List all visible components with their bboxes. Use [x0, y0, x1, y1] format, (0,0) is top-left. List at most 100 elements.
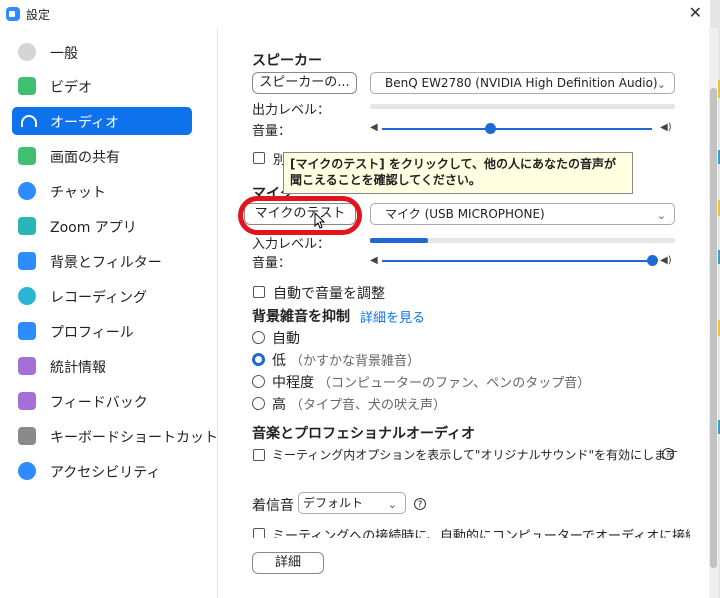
keyboard-icon	[18, 427, 36, 445]
input-level-fill	[370, 238, 428, 243]
sidebar-item-label: 一般	[50, 46, 78, 62]
headphones-icon	[21, 115, 37, 127]
noise-radio-medium[interactable]	[252, 375, 265, 388]
sidebar-item-label: Zoom アプリ	[50, 220, 137, 236]
chevron-down-icon: ⌄	[656, 78, 666, 91]
window-title: 設定	[26, 8, 51, 22]
share-screen-icon	[18, 147, 36, 165]
video-icon	[18, 77, 36, 95]
mic-test-tooltip: [マイクのテスト] をクリックして、他の人にあなたの音声が 聞こえることを確認し…	[283, 152, 633, 194]
sidebar-item-label: 画面の共有	[50, 150, 120, 166]
sidebar-item-accessibility[interactable]: アクセシビリティ	[12, 457, 192, 485]
volume-high-icon: ◀)	[660, 122, 672, 133]
noise-option-hint: （タイプ音、犬の吠え声）	[290, 398, 447, 413]
music-section-title: 音楽とプロフェショナルオーディオ	[252, 426, 476, 442]
sidebar-item-zoom-apps[interactable]: Zoom アプリ	[12, 212, 192, 240]
scrollbar-thumb[interactable]	[710, 88, 717, 568]
noise-option-hint: （かすかな背景雑音）	[290, 354, 421, 369]
ringtone-value: デフォルト	[303, 496, 364, 510]
sidebar-item-general[interactable]: 一般	[12, 38, 192, 66]
sidebar-item-video[interactable]: ビデオ	[12, 72, 192, 100]
record-icon	[18, 287, 36, 305]
noise-option-label: 高	[272, 397, 286, 413]
sidebar-item-label: アクセシビリティ	[50, 465, 161, 481]
sidebar-item-label: チャット	[50, 185, 106, 201]
sidebar-item-label: ビデオ	[50, 80, 92, 96]
help-icon[interactable]: ?	[662, 448, 674, 460]
chevron-down-icon: ⌄	[656, 209, 666, 222]
tooltip-line-1: [マイクのテスト] をクリックして、他の人にあなたの音声が	[290, 157, 616, 171]
auto-join-checkbox[interactable]	[253, 528, 265, 538]
sidebar-item-label: 背景とフィルター	[50, 255, 162, 271]
feedback-icon	[18, 392, 36, 410]
speaker-section-title: スピーカー	[252, 53, 322, 69]
sidebar-item-share-screen[interactable]: 画面の共有	[12, 142, 192, 170]
noise-radio-high[interactable]	[252, 397, 265, 410]
chat-icon	[18, 182, 36, 200]
zoom-app-icon	[6, 7, 20, 21]
stats-icon	[18, 357, 36, 375]
chevron-down-icon: ⌄	[387, 498, 397, 511]
sidebar-item-label: レコーディング	[50, 290, 148, 306]
output-level-label: 出力レベル：	[252, 103, 331, 118]
speaker-volume-thumb[interactable]	[485, 123, 496, 134]
noise-learn-more-link[interactable]: 詳細を見る	[360, 307, 425, 326]
advanced-button[interactable]: 詳細	[252, 552, 324, 574]
noise-radio-low[interactable]	[252, 353, 265, 366]
sidebar-item-profile[interactable]: プロフィール	[12, 317, 192, 345]
noise-option-label: 自動	[272, 331, 300, 347]
original-sound-label: ミーティング内オプションを表示して"オリジナルサウンド"を有効にします	[272, 448, 678, 462]
annotation-circle	[238, 196, 362, 235]
sidebar-item-feedback[interactable]: フィードバック	[12, 387, 192, 415]
noise-option-hint: （コンピューターのファン、ペンのタップ音）	[318, 376, 591, 391]
auto-volume-label: 自動で音量を調整	[273, 286, 385, 302]
sidebar-item-label: 統計情報	[50, 360, 106, 376]
original-sound-checkbox[interactable]	[253, 449, 265, 461]
input-level-meter	[370, 238, 675, 243]
settings-window: 設定 ✕ 一般 ビデオ オーディオ 画面の共有 チャット Zoom アプリ 背景…	[0, 0, 718, 598]
speaker-device-select[interactable]: BenQ EW2780 (NVIDIA High Definition Audi…	[370, 72, 675, 94]
sidebar-item-chat[interactable]: チャット	[12, 177, 192, 205]
speaker-volume-label: 音量：	[252, 124, 292, 139]
test-speaker-button[interactable]: スピーカーの...	[252, 72, 357, 94]
sidebar-item-keyboard[interactable]: キーボードショートカット	[12, 422, 218, 450]
help-icon[interactable]: ?	[414, 498, 426, 510]
mic-volume-thumb[interactable]	[647, 255, 658, 266]
mic-volume-slider[interactable]	[382, 260, 652, 262]
noise-section-title: 背景雑音を抑制	[252, 309, 350, 325]
sidebar-item-recording[interactable]: レコーディング	[12, 282, 192, 310]
speaker-volume-slider[interactable]	[382, 128, 652, 130]
sidebar-item-stats[interactable]: 統計情報	[12, 352, 192, 380]
close-icon[interactable]: ✕	[689, 3, 702, 22]
gear-icon	[18, 43, 36, 61]
mic-device-value: マイク (USB MICROPHONE)	[385, 207, 545, 221]
accessibility-icon	[18, 462, 36, 480]
noise-radio-auto[interactable]	[252, 331, 265, 344]
volume-low-icon: ◀	[370, 122, 378, 133]
output-level-meter	[370, 104, 675, 109]
mouse-pointer-icon	[314, 212, 326, 229]
mic-volume-label: 音量：	[252, 256, 292, 271]
mic-device-select[interactable]: マイク (USB MICROPHONE) ⌄	[370, 203, 675, 225]
input-level-label: 入力レベル：	[252, 237, 331, 252]
title-bar: 設定 ✕	[0, 0, 710, 28]
sidebar-item-label: キーボードショートカット	[50, 430, 218, 446]
sidebar: 一般 ビデオ オーディオ 画面の共有 チャット Zoom アプリ 背景とフィルタ…	[0, 28, 218, 598]
profile-icon	[18, 322, 36, 340]
noise-option-label: 低	[272, 353, 286, 369]
sidebar-item-audio[interactable]: オーディオ	[12, 107, 192, 135]
auto-join-row-clipped: ミーティングへの接続時に、自動的にコンピューターでオーディオに接続	[250, 520, 690, 538]
apps-icon	[18, 217, 36, 235]
sidebar-item-label: プロフィール	[50, 325, 134, 341]
sidebar-item-label: フィードバック	[50, 395, 148, 411]
speaker-device-value: BenQ EW2780 (NVIDIA High Definition Audi…	[385, 76, 658, 90]
vertical-scrollbar[interactable]	[709, 28, 718, 598]
separate-device-checkbox[interactable]	[253, 152, 265, 164]
ringtone-select[interactable]: デフォルト ⌄	[298, 492, 406, 514]
ringtone-label: 着信音	[252, 498, 294, 514]
auto-volume-checkbox[interactable]	[253, 286, 265, 298]
auto-join-label: ミーティングへの接続時に、自動的にコンピューターでオーディオに接続	[272, 529, 690, 538]
sidebar-item-background[interactable]: 背景とフィルター	[12, 247, 192, 275]
sidebar-item-label: オーディオ	[50, 115, 120, 131]
volume-low-icon: ◀	[370, 255, 378, 266]
